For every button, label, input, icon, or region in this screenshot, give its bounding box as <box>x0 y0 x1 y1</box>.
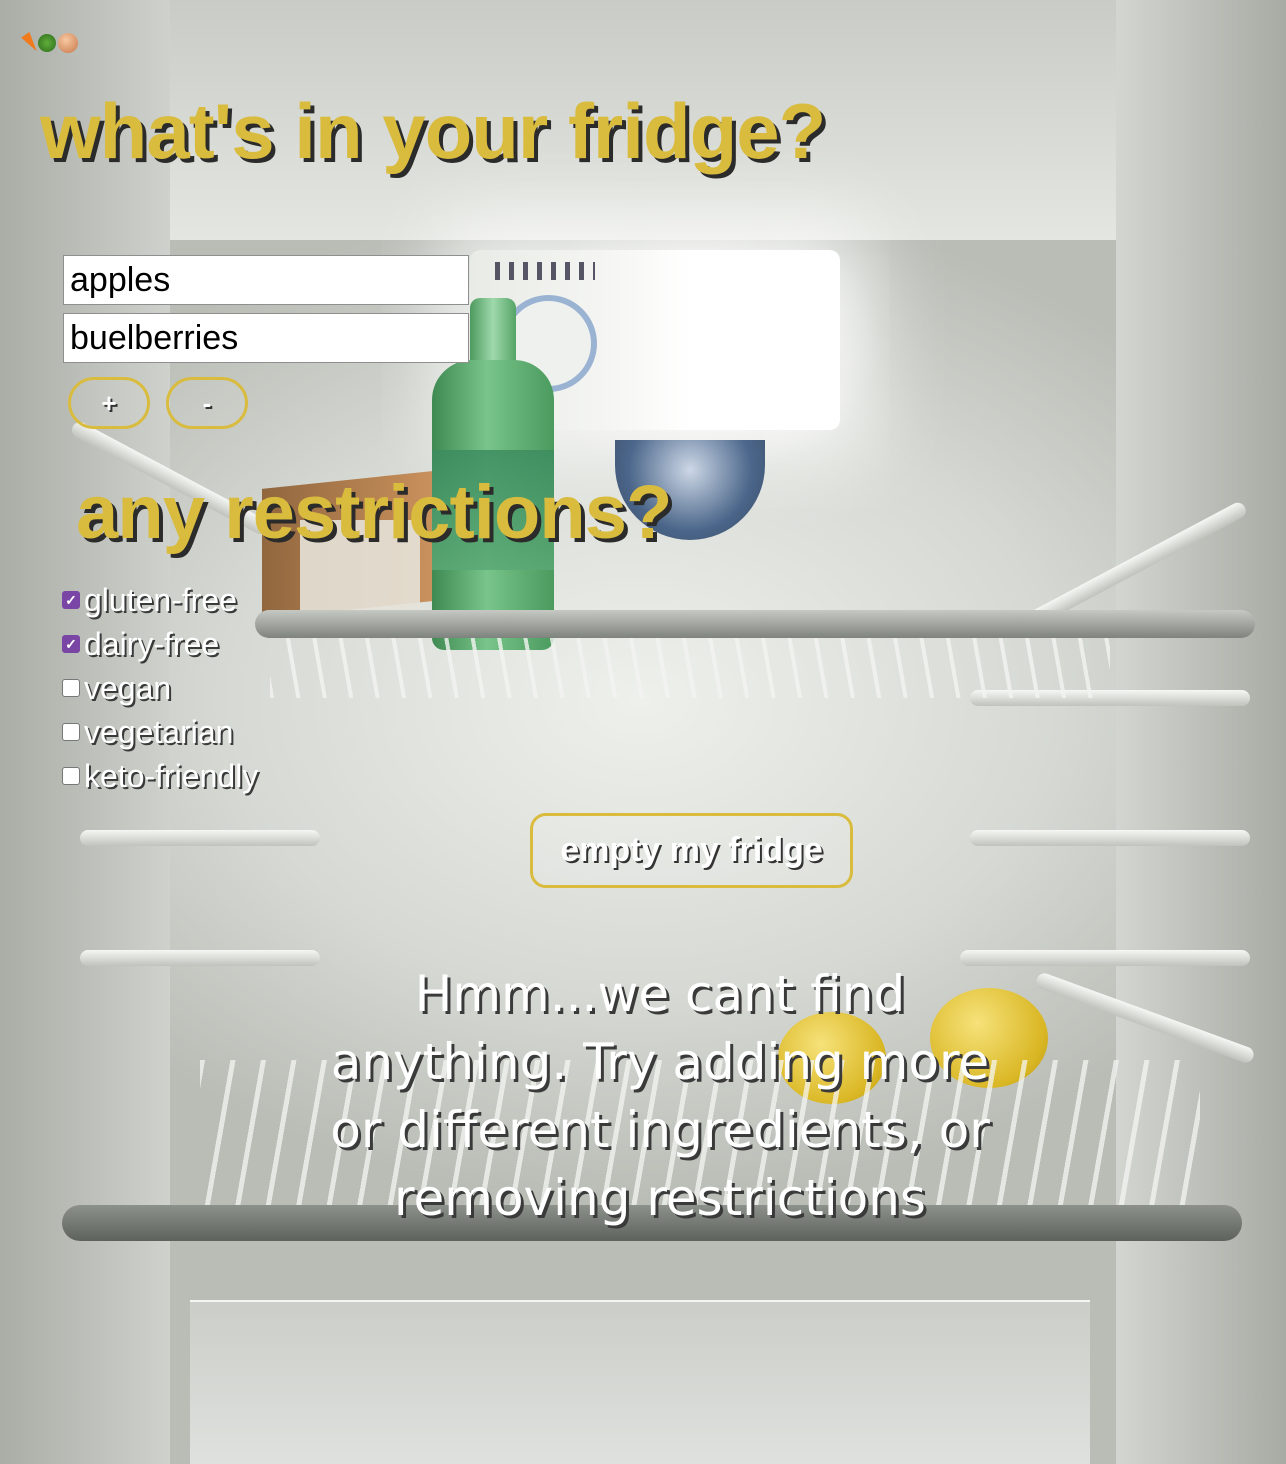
shelf-rail <box>970 830 1250 846</box>
restrictions-title: any restrictions? <box>76 470 672 555</box>
no-results-message: Hmm...we cant find anything. Try adding … <box>330 965 990 1227</box>
upper-shelf <box>255 610 1255 638</box>
restriction-label: vegetarian <box>84 713 234 750</box>
onion-icon <box>58 33 78 53</box>
broccoli-icon <box>38 34 56 52</box>
restriction-label: gluten-free <box>84 581 237 618</box>
shelf-rail <box>80 950 320 966</box>
remove-ingredient-button[interactable]: - <box>166 377 248 429</box>
checkbox[interactable] <box>62 679 80 697</box>
shelf-rail <box>80 830 320 846</box>
restriction-option-dairy-free[interactable]: ✓ dairy-free <box>62 622 258 666</box>
checkbox[interactable]: ✓ <box>62 591 80 609</box>
page-title: what's in your fridge? <box>40 87 826 175</box>
restriction-option-vegan[interactable]: vegan <box>62 666 258 710</box>
restriction-option-gluten-free[interactable]: ✓ gluten-free <box>62 578 258 622</box>
fridge-right-wall <box>1116 0 1286 1464</box>
restriction-option-vegetarian[interactable]: vegetarian <box>62 710 258 754</box>
empty-my-fridge-button[interactable]: empty my fridge <box>530 813 853 888</box>
add-ingredient-button[interactable]: + <box>68 377 150 429</box>
checkbox[interactable]: ✓ <box>62 635 80 653</box>
restriction-label: vegan <box>84 669 172 706</box>
restriction-option-keto-friendly[interactable]: keto-friendly <box>62 754 258 798</box>
ingredient-input[interactable] <box>63 313 469 363</box>
bottle-neck <box>470 298 516 368</box>
upper-shelf-grid <box>270 638 1110 698</box>
fridge-vent <box>495 262 595 280</box>
restriction-label: keto-friendly <box>84 757 259 794</box>
restrictions-list: ✓ gluten-free ✓ dairy-free vegan vegetar… <box>62 578 258 798</box>
shelf-rail <box>960 950 1250 966</box>
checkbox[interactable] <box>62 767 80 785</box>
restriction-label: dairy-free <box>84 625 220 662</box>
emoji-icons <box>21 31 78 55</box>
ingredient-input[interactable] <box>63 255 469 305</box>
checkbox[interactable] <box>62 723 80 741</box>
crisper-drawer <box>190 1300 1090 1464</box>
